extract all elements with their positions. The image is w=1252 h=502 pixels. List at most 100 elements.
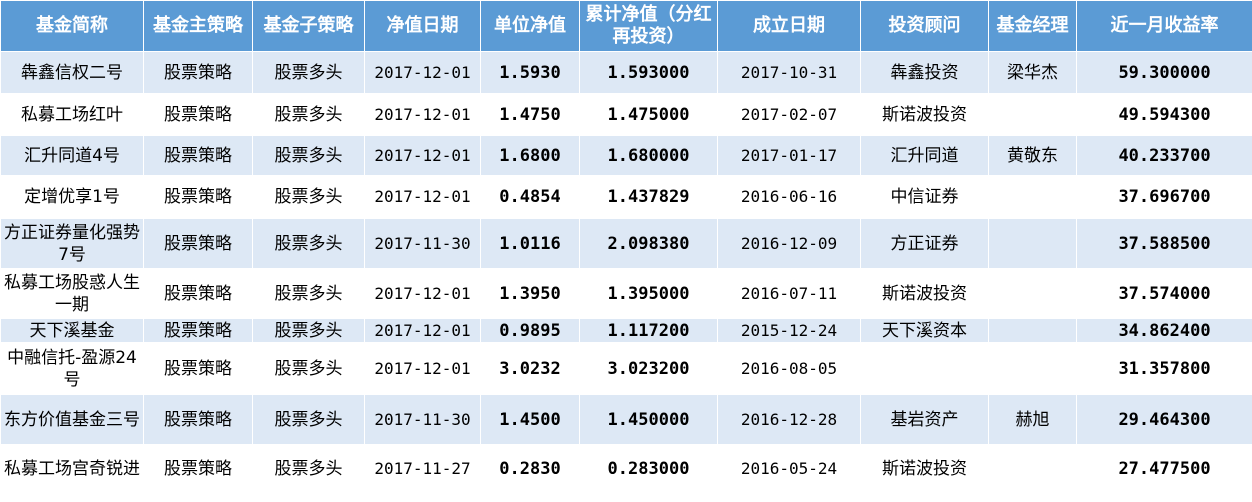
header-advisor[interactable]: 投资顾问 — [860, 0, 989, 52]
cell-inception-date[interactable]: 2016-06-16 — [717, 175, 861, 219]
cell-nav-date[interactable]: 2017-12-01 — [364, 318, 481, 343]
cell-unit-nav[interactable]: 1.3950 — [480, 268, 580, 319]
cell-cumulative-nav[interactable]: 1.593000 — [579, 51, 718, 94]
cell-manager[interactable] — [988, 318, 1077, 343]
cell-nav-date[interactable]: 2017-12-01 — [364, 135, 481, 176]
cell-manager[interactable] — [988, 93, 1077, 136]
cell-unit-nav[interactable]: 1.6800 — [480, 135, 580, 176]
cell-monthly-return[interactable]: 34.862400 — [1076, 318, 1252, 343]
cell-advisor[interactable]: 基岩资产 — [860, 394, 989, 445]
cell-sub-strategy[interactable]: 股票多头 — [252, 268, 365, 319]
cell-cumulative-nav[interactable]: 2.098380 — [579, 218, 718, 269]
cell-fund-name[interactable]: 天下溪基金 — [0, 318, 144, 343]
cell-manager[interactable] — [988, 268, 1077, 319]
cell-inception-date[interactable]: 2016-08-05 — [717, 342, 861, 395]
cell-manager[interactable]: 梁华杰 — [988, 51, 1077, 94]
cell-inception-date[interactable]: 2017-02-07 — [717, 93, 861, 136]
cell-sub-strategy[interactable]: 股票多头 — [252, 444, 365, 494]
cell-fund-name[interactable]: 私募工场红叶 — [0, 93, 144, 136]
cell-sub-strategy[interactable]: 股票多头 — [252, 135, 365, 176]
cell-cumulative-nav[interactable]: 1.437829 — [579, 175, 718, 219]
cell-main-strategy[interactable]: 股票策略 — [143, 394, 253, 445]
cell-sub-strategy[interactable]: 股票多头 — [252, 93, 365, 136]
header-unit-nav[interactable]: 单位净值 — [480, 0, 580, 52]
header-main-strategy[interactable]: 基金主策略 — [143, 0, 253, 52]
header-fund-name[interactable]: 基金简称 — [0, 0, 144, 52]
cell-fund-name[interactable]: 中融信托-盈源24号 — [0, 342, 144, 395]
cell-main-strategy[interactable]: 股票策略 — [143, 51, 253, 94]
cell-nav-date[interactable]: 2017-12-01 — [364, 342, 481, 395]
cell-unit-nav[interactable]: 1.4500 — [480, 394, 580, 445]
cell-monthly-return[interactable]: 29.464300 — [1076, 394, 1252, 445]
header-cumulative-nav[interactable]: 累计净值（分红再投资） — [579, 0, 718, 52]
cell-fund-name[interactable]: 定增优享1号 — [0, 175, 144, 219]
cell-unit-nav[interactable]: 0.2830 — [480, 444, 580, 494]
cell-sub-strategy[interactable]: 股票多头 — [252, 218, 365, 269]
cell-main-strategy[interactable]: 股票策略 — [143, 135, 253, 176]
cell-monthly-return[interactable]: 31.357800 — [1076, 342, 1252, 395]
cell-advisor[interactable]: 天下溪资本 — [860, 318, 989, 343]
cell-nav-date[interactable]: 2017-12-01 — [364, 93, 481, 136]
cell-main-strategy[interactable]: 股票策略 — [143, 342, 253, 395]
cell-main-strategy[interactable]: 股票策略 — [143, 218, 253, 269]
cell-unit-nav[interactable]: 0.4854 — [480, 175, 580, 219]
cell-advisor[interactable]: 犇鑫投资 — [860, 51, 989, 94]
cell-inception-date[interactable]: 2016-12-28 — [717, 394, 861, 445]
cell-main-strategy[interactable]: 股票策略 — [143, 93, 253, 136]
header-monthly-return[interactable]: 近一月收益率 — [1076, 0, 1252, 52]
cell-inception-date[interactable]: 2016-07-11 — [717, 268, 861, 319]
cell-sub-strategy[interactable]: 股票多头 — [252, 51, 365, 94]
cell-cumulative-nav[interactable]: 1.450000 — [579, 394, 718, 445]
cell-nav-date[interactable]: 2017-11-27 — [364, 444, 481, 494]
cell-monthly-return[interactable]: 27.477500 — [1076, 444, 1252, 494]
cell-unit-nav[interactable]: 1.4750 — [480, 93, 580, 136]
cell-advisor[interactable]: 中信证券 — [860, 175, 989, 219]
cell-manager[interactable]: 黄敬东 — [988, 135, 1077, 176]
cell-monthly-return[interactable]: 37.574000 — [1076, 268, 1252, 319]
cell-main-strategy[interactable]: 股票策略 — [143, 175, 253, 219]
cell-main-strategy[interactable]: 股票策略 — [143, 318, 253, 343]
cell-advisor[interactable]: 斯诺波投资 — [860, 444, 989, 494]
header-manager[interactable]: 基金经理 — [988, 0, 1077, 52]
cell-cumulative-nav[interactable]: 1.395000 — [579, 268, 718, 319]
cell-unit-nav[interactable]: 1.0116 — [480, 218, 580, 269]
cell-manager[interactable] — [988, 444, 1077, 494]
header-sub-strategy[interactable]: 基金子策略 — [252, 0, 365, 52]
cell-cumulative-nav[interactable]: 0.283000 — [579, 444, 718, 494]
cell-advisor[interactable] — [860, 342, 989, 395]
cell-main-strategy[interactable]: 股票策略 — [143, 268, 253, 319]
cell-fund-name[interactable]: 私募工场股惑人生一期 — [0, 268, 144, 319]
cell-nav-date[interactable]: 2017-12-01 — [364, 268, 481, 319]
cell-nav-date[interactable]: 2017-11-30 — [364, 394, 481, 445]
cell-manager[interactable]: 赫旭 — [988, 394, 1077, 445]
cell-fund-name[interactable]: 方正证券量化强势7号 — [0, 218, 144, 269]
cell-manager[interactable] — [988, 218, 1077, 269]
cell-main-strategy[interactable]: 股票策略 — [143, 444, 253, 494]
cell-nav-date[interactable]: 2017-11-30 — [364, 218, 481, 269]
cell-advisor[interactable]: 斯诺波投资 — [860, 268, 989, 319]
cell-sub-strategy[interactable]: 股票多头 — [252, 342, 365, 395]
cell-manager[interactable] — [988, 342, 1077, 395]
cell-monthly-return[interactable]: 49.594300 — [1076, 93, 1252, 136]
cell-cumulative-nav[interactable]: 1.680000 — [579, 135, 718, 176]
header-inception-date[interactable]: 成立日期 — [717, 0, 861, 52]
cell-nav-date[interactable]: 2017-12-01 — [364, 51, 481, 94]
cell-fund-name[interactable]: 东方价值基金三号 — [0, 394, 144, 445]
cell-unit-nav[interactable]: 3.0232 — [480, 342, 580, 395]
cell-inception-date[interactable]: 2017-01-17 — [717, 135, 861, 176]
cell-inception-date[interactable]: 2016-12-09 — [717, 218, 861, 269]
cell-advisor[interactable]: 斯诺波投资 — [860, 93, 989, 136]
cell-sub-strategy[interactable]: 股票多头 — [252, 175, 365, 219]
cell-monthly-return[interactable]: 37.588500 — [1076, 218, 1252, 269]
cell-monthly-return[interactable]: 40.233700 — [1076, 135, 1252, 176]
cell-advisor[interactable]: 汇升同道 — [860, 135, 989, 176]
cell-fund-name[interactable]: 犇鑫信权二号 — [0, 51, 144, 94]
cell-inception-date[interactable]: 2017-10-31 — [717, 51, 861, 94]
cell-inception-date[interactable]: 2016-05-24 — [717, 444, 861, 494]
cell-fund-name[interactable]: 私募工场宫奇锐进 — [0, 444, 144, 494]
cell-sub-strategy[interactable]: 股票多头 — [252, 394, 365, 445]
cell-monthly-return[interactable]: 59.300000 — [1076, 51, 1252, 94]
cell-cumulative-nav[interactable]: 3.023200 — [579, 342, 718, 395]
cell-manager[interactable] — [988, 175, 1077, 219]
cell-nav-date[interactable]: 2017-12-01 — [364, 175, 481, 219]
